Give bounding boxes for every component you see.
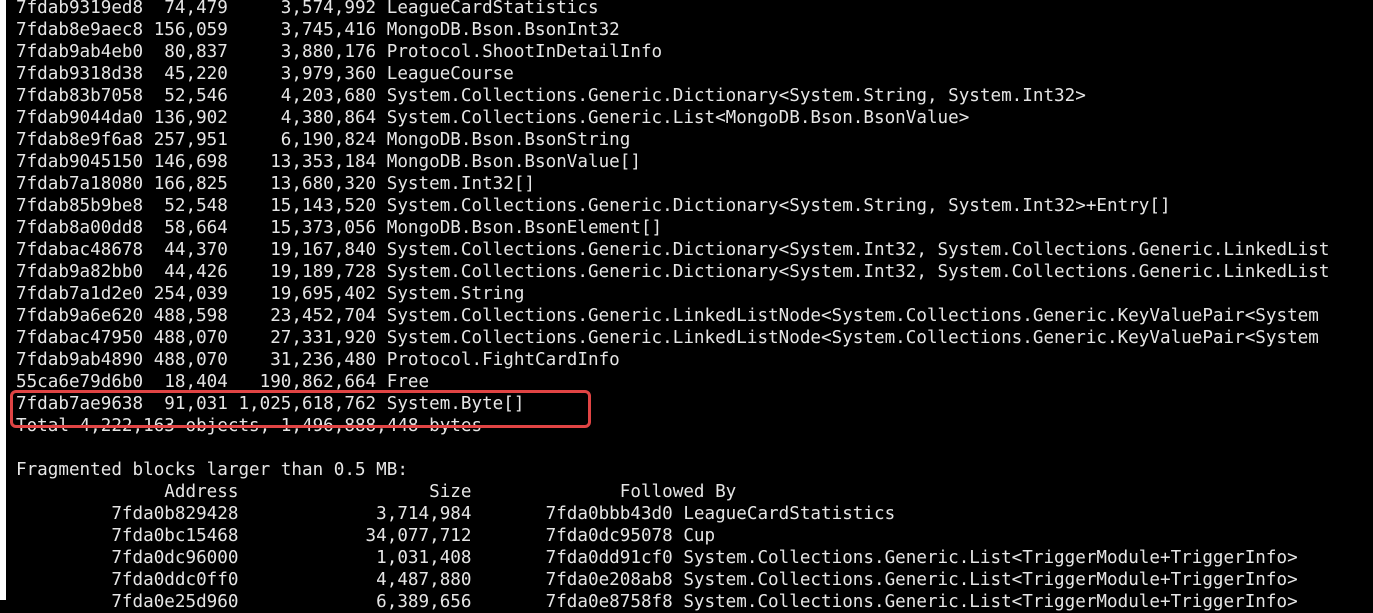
frag-row: 7fda0ddc0ff0 4,487,880 7fda0e208ab8 Syst… <box>16 570 1298 590</box>
frag-row: 7fda0bc15468 34,077,712 7fda0dc95078 Cup <box>16 526 716 546</box>
total-line: Total 4,222,163 objects, 1,496,888,448 b… <box>16 416 483 436</box>
heap-row: 7fdab9a6e620 488,598 23,452,704 System.C… <box>16 306 1319 326</box>
heap-row: 7fdab7ae9638 91,031 1,025,618,762 System… <box>16 394 525 414</box>
heap-row: 7fdab83b7058 52,546 4,203,680 System.Col… <box>16 86 1086 106</box>
heap-row: 7fdab85b9be8 52,548 15,143,520 System.Co… <box>16 196 1171 216</box>
heap-row: 7fdab9318d38 45,220 3,979,360 LeagueCour… <box>16 64 514 84</box>
heap-row: 7fdab9045150 146,698 13,353,184 MongoDB.… <box>16 152 641 172</box>
frag-row: 7fda0dc96000 1,031,408 7fda0dd91cf0 Syst… <box>16 548 1298 568</box>
terminal-window[interactable]: 7fdab9319ed8 74,479 3,574,992 LeagueCard… <box>0 0 1373 612</box>
frag-row: 7fda0e25d960 6,389,656 7fda0e8758f8 Syst… <box>16 592 1298 612</box>
fragmented-title: Fragmented blocks larger than 0.5 MB: <box>16 460 408 480</box>
heap-row: 7fdab9319ed8 74,479 3,574,992 LeagueCard… <box>16 0 599 18</box>
heap-row: 7fdab8a00dd8 58,664 15,373,056 MongoDB.B… <box>16 218 663 238</box>
frag-header-row: Address Size Followed By <box>16 482 737 502</box>
heap-row: 7fdab7a1d2e0 254,039 19,695,402 System.S… <box>16 284 525 304</box>
heap-row: 7fdabac47950 488,070 27,331,920 System.C… <box>16 328 1319 348</box>
heap-row: 7fdab8e9f6a8 257,951 6,190,824 MongoDB.B… <box>16 130 631 150</box>
heap-row: 7fdab9ab4890 488,070 31,236,480 Protocol… <box>16 350 620 370</box>
frag-row: 7fda0b829428 3,714,984 7fda0bbb43d0 Leag… <box>16 504 896 524</box>
heap-row: 7fdabac48678 44,370 19,167,840 System.Co… <box>16 240 1330 260</box>
heap-row: 7fdab7a18080 166,825 13,680,320 System.I… <box>16 174 536 194</box>
heap-row: 7fdab9a82bb0 44,426 19,189,728 System.Co… <box>16 262 1330 282</box>
heap-row: 7fdab9ab4eb0 80,837 3,880,176 Protocol.S… <box>16 42 663 62</box>
window-edge <box>0 0 6 600</box>
heap-row: 7fdab9044da0 136,902 4,380,864 System.Co… <box>16 108 970 128</box>
heap-row: 55ca6e79d6b0 18,404 190,862,664 Free <box>16 372 430 392</box>
heap-row: 7fdab8e9aec8 156,059 3,745,416 MongoDB.B… <box>16 20 620 40</box>
